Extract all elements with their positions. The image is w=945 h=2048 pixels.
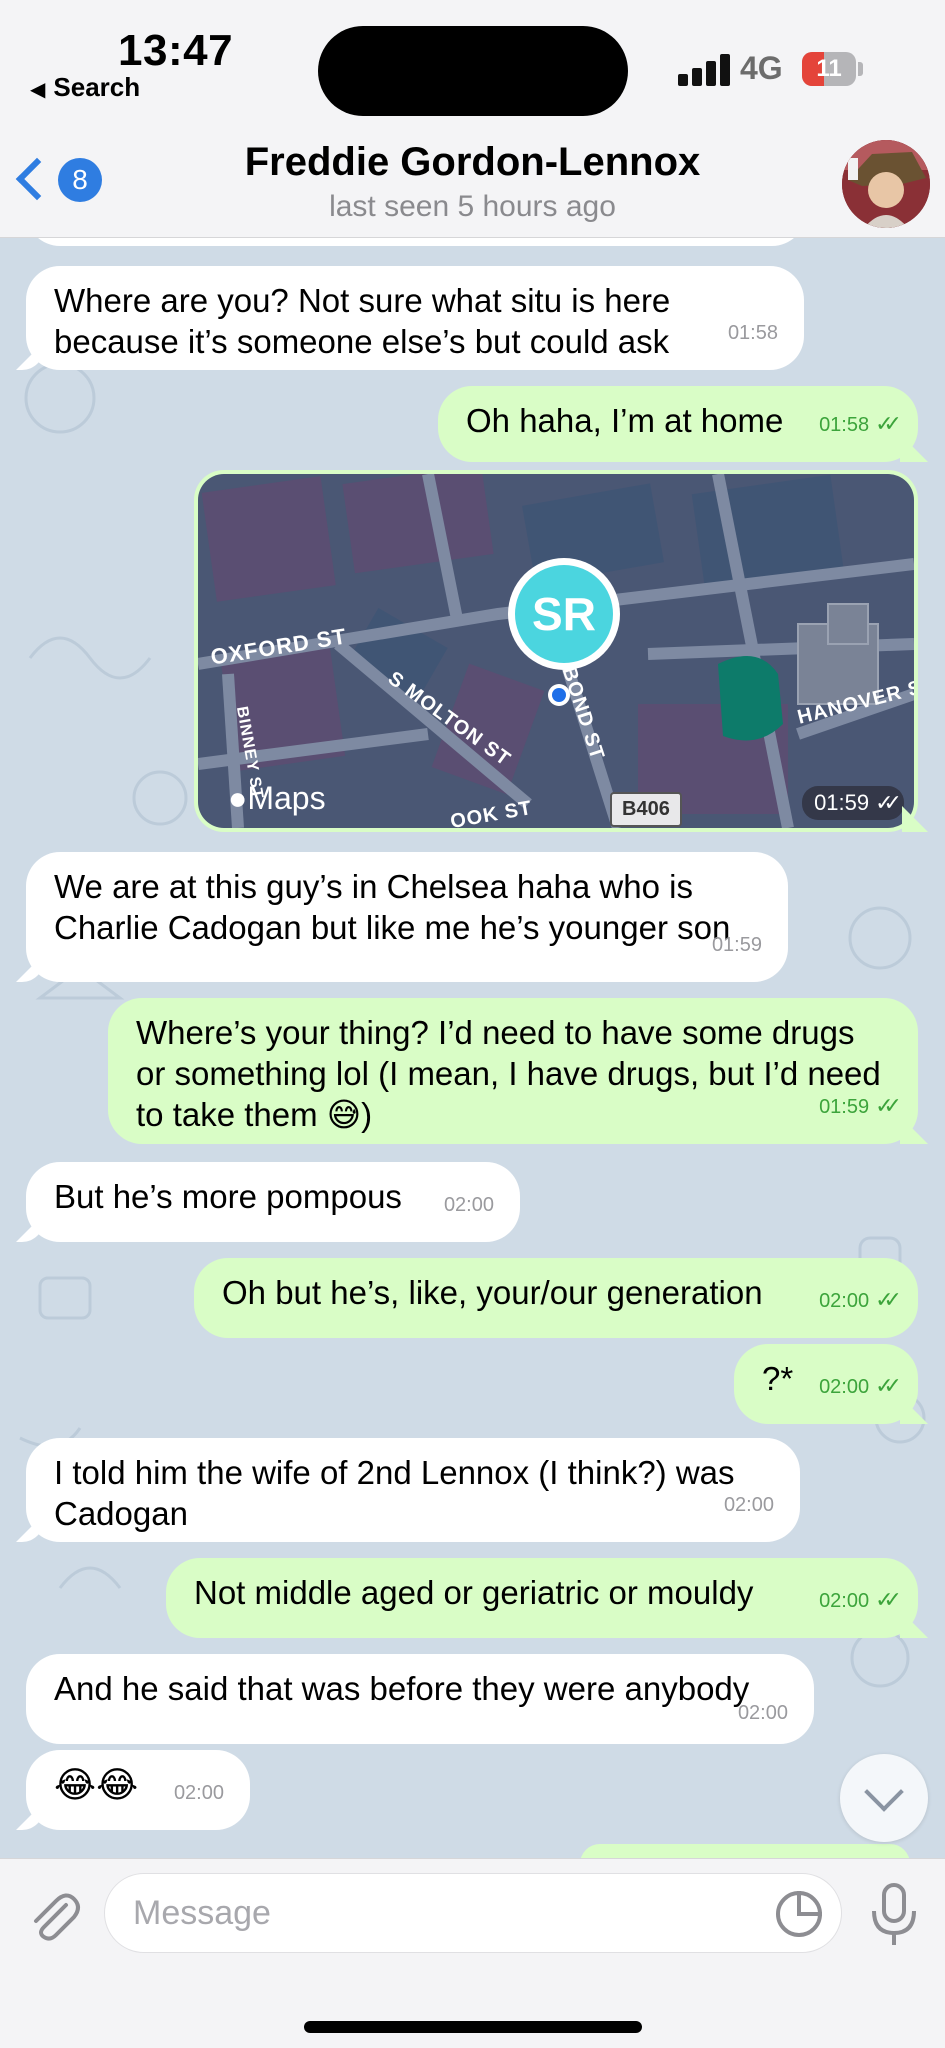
message-bubble-outgoing-partial[interactable] bbox=[580, 1844, 910, 1858]
message-time: 01:59 bbox=[819, 1096, 870, 1118]
sticker-icon bbox=[776, 1890, 823, 1937]
message-text: ?* bbox=[762, 1360, 794, 1397]
message-text: Oh haha, I’m at home bbox=[466, 402, 784, 439]
back-app-label: Search bbox=[53, 72, 141, 102]
read-ticks-icon: ✓✓ bbox=[875, 790, 902, 815]
message-text: Not middle aged or geriatric or mouldy bbox=[194, 1574, 754, 1611]
message-bubble-incoming[interactable]: 😂😂 02:00 bbox=[26, 1750, 250, 1830]
location-pin: SR bbox=[508, 558, 620, 670]
location-initials: SR bbox=[515, 565, 613, 663]
message-meta: 01:59 ✓✓ bbox=[802, 786, 904, 820]
location-dot bbox=[548, 684, 570, 706]
paperclip-icon bbox=[34, 1893, 80, 1941]
message-time: 01:58 bbox=[819, 414, 870, 436]
message-composer bbox=[0, 1858, 945, 2048]
message-meta: 01:58 ✓✓ bbox=[819, 403, 902, 446]
message-text: Oh but he’s, like, your/our generation bbox=[222, 1274, 763, 1311]
read-ticks-icon: ✓✓ bbox=[875, 1373, 902, 1398]
microphone-icon bbox=[872, 1883, 916, 1945]
avatar-photo bbox=[842, 140, 930, 228]
battery-level: 11 bbox=[816, 55, 842, 82]
apple-logo-icon: ● bbox=[228, 780, 248, 816]
road-badge: B406 bbox=[610, 792, 682, 827]
message-bubble-outgoing[interactable]: ?* 02:00 ✓✓ bbox=[734, 1344, 918, 1424]
message-time: 01:59 bbox=[711, 934, 762, 956]
message-time: 02:00 bbox=[173, 1782, 224, 1804]
message-bubble-incoming[interactable]: We are at this guy’s in Chelsea haha who… bbox=[26, 852, 788, 982]
battery-cap bbox=[858, 62, 863, 76]
message-input[interactable] bbox=[104, 1873, 842, 1953]
message-bubble-outgoing[interactable]: Oh haha, I’m at home 01:58 ✓✓ bbox=[438, 386, 918, 462]
chat-header: 8 Freddie Gordon-Lennox last seen 5 hour… bbox=[0, 120, 945, 238]
location-message[interactable]: OXFORD ST S MOLTON ST HANOVER ST BOND ST… bbox=[194, 470, 918, 832]
message-time: 01:58 bbox=[727, 322, 778, 344]
message-text: And he said that was before they were an… bbox=[54, 1670, 750, 1707]
contact-name[interactable]: Freddie Gordon-Lennox bbox=[0, 140, 945, 185]
sticker-button[interactable] bbox=[774, 1889, 824, 1939]
message-bubble-incoming[interactable]: And he said that was before they were an… bbox=[26, 1654, 814, 1744]
back-triangle-icon: ◀ bbox=[30, 79, 46, 101]
message-bubble-incoming[interactable]: Where are you? Not sure what situ is her… bbox=[26, 266, 804, 370]
message-meta: 02:00 ✓✓ bbox=[819, 1579, 902, 1622]
message-time: 01:59 bbox=[814, 790, 870, 815]
message-time: 02:00 bbox=[819, 1376, 870, 1398]
scroll-to-bottom-button[interactable] bbox=[840, 1754, 928, 1842]
read-ticks-icon: ✓✓ bbox=[875, 411, 902, 436]
map-preview[interactable]: OXFORD ST S MOLTON ST HANOVER ST BOND ST… bbox=[198, 474, 914, 828]
message-text: Where’s your thing? I’d need to have som… bbox=[136, 1014, 881, 1133]
chat-messages[interactable]: Where are you? Not sure what situ is her… bbox=[0, 238, 945, 1858]
back-to-search-link[interactable]: ◀ Search bbox=[30, 72, 140, 103]
contact-last-seen: last seen 5 hours ago bbox=[329, 190, 616, 223]
maps-logo: ●Maps bbox=[228, 780, 326, 817]
message-text: 😂😂 bbox=[54, 1764, 139, 1805]
home-indicator bbox=[304, 2021, 642, 2033]
message-bubble-outgoing[interactable]: Where’s your thing? I’d need to have som… bbox=[108, 998, 918, 1144]
cell-signal-icon bbox=[678, 52, 732, 86]
message-time: 02:00 bbox=[737, 1702, 788, 1724]
message-meta: 01:59 ✓✓ bbox=[819, 1085, 902, 1128]
message-text: But he’s more pompous bbox=[54, 1178, 402, 1215]
message-time: 02:00 bbox=[819, 1590, 870, 1612]
battery-icon: 11 bbox=[802, 52, 856, 86]
attach-button[interactable] bbox=[24, 1887, 84, 1947]
message-bubble-incoming[interactable]: But he’s more pompous 02:00 bbox=[26, 1162, 520, 1242]
dynamic-island bbox=[318, 26, 628, 116]
message-bubble-outgoing[interactable]: Oh but he’s, like, your/our generation 0… bbox=[194, 1258, 918, 1338]
message-time: 02:00 bbox=[723, 1494, 774, 1516]
read-ticks-icon: ✓✓ bbox=[875, 1287, 902, 1312]
message-bubble-incoming[interactable]: I told him the wife of 2nd Lennox (I thi… bbox=[26, 1438, 800, 1542]
contact-avatar[interactable] bbox=[842, 140, 930, 228]
message-meta: 02:00 ✓✓ bbox=[819, 1279, 902, 1322]
message-bubble-outgoing[interactable]: Not middle aged or geriatric or mouldy 0… bbox=[166, 1558, 918, 1638]
status-bar: 13:47 ◀ Search 4G 11 bbox=[0, 0, 945, 120]
read-ticks-icon: ✓✓ bbox=[875, 1587, 902, 1612]
message-text: Where are you? Not sure what situ is her… bbox=[54, 282, 671, 360]
status-time: 13:47 bbox=[118, 26, 234, 75]
message-text: I told him the wife of 2nd Lennox (I thi… bbox=[54, 1454, 735, 1532]
message-time: 02:00 bbox=[819, 1290, 870, 1312]
message-time: 02:00 bbox=[443, 1194, 494, 1216]
message-bubble-partial[interactable] bbox=[26, 238, 806, 246]
chevron-down-icon bbox=[864, 1772, 904, 1812]
message-text: We are at this guy’s in Chelsea haha who… bbox=[54, 868, 731, 946]
network-type: 4G bbox=[740, 50, 783, 86]
voice-record-button[interactable] bbox=[868, 1881, 920, 1949]
read-ticks-icon: ✓✓ bbox=[875, 1093, 902, 1118]
message-meta: 02:00 ✓✓ bbox=[819, 1365, 902, 1408]
maps-provider-label: Maps bbox=[247, 780, 326, 816]
